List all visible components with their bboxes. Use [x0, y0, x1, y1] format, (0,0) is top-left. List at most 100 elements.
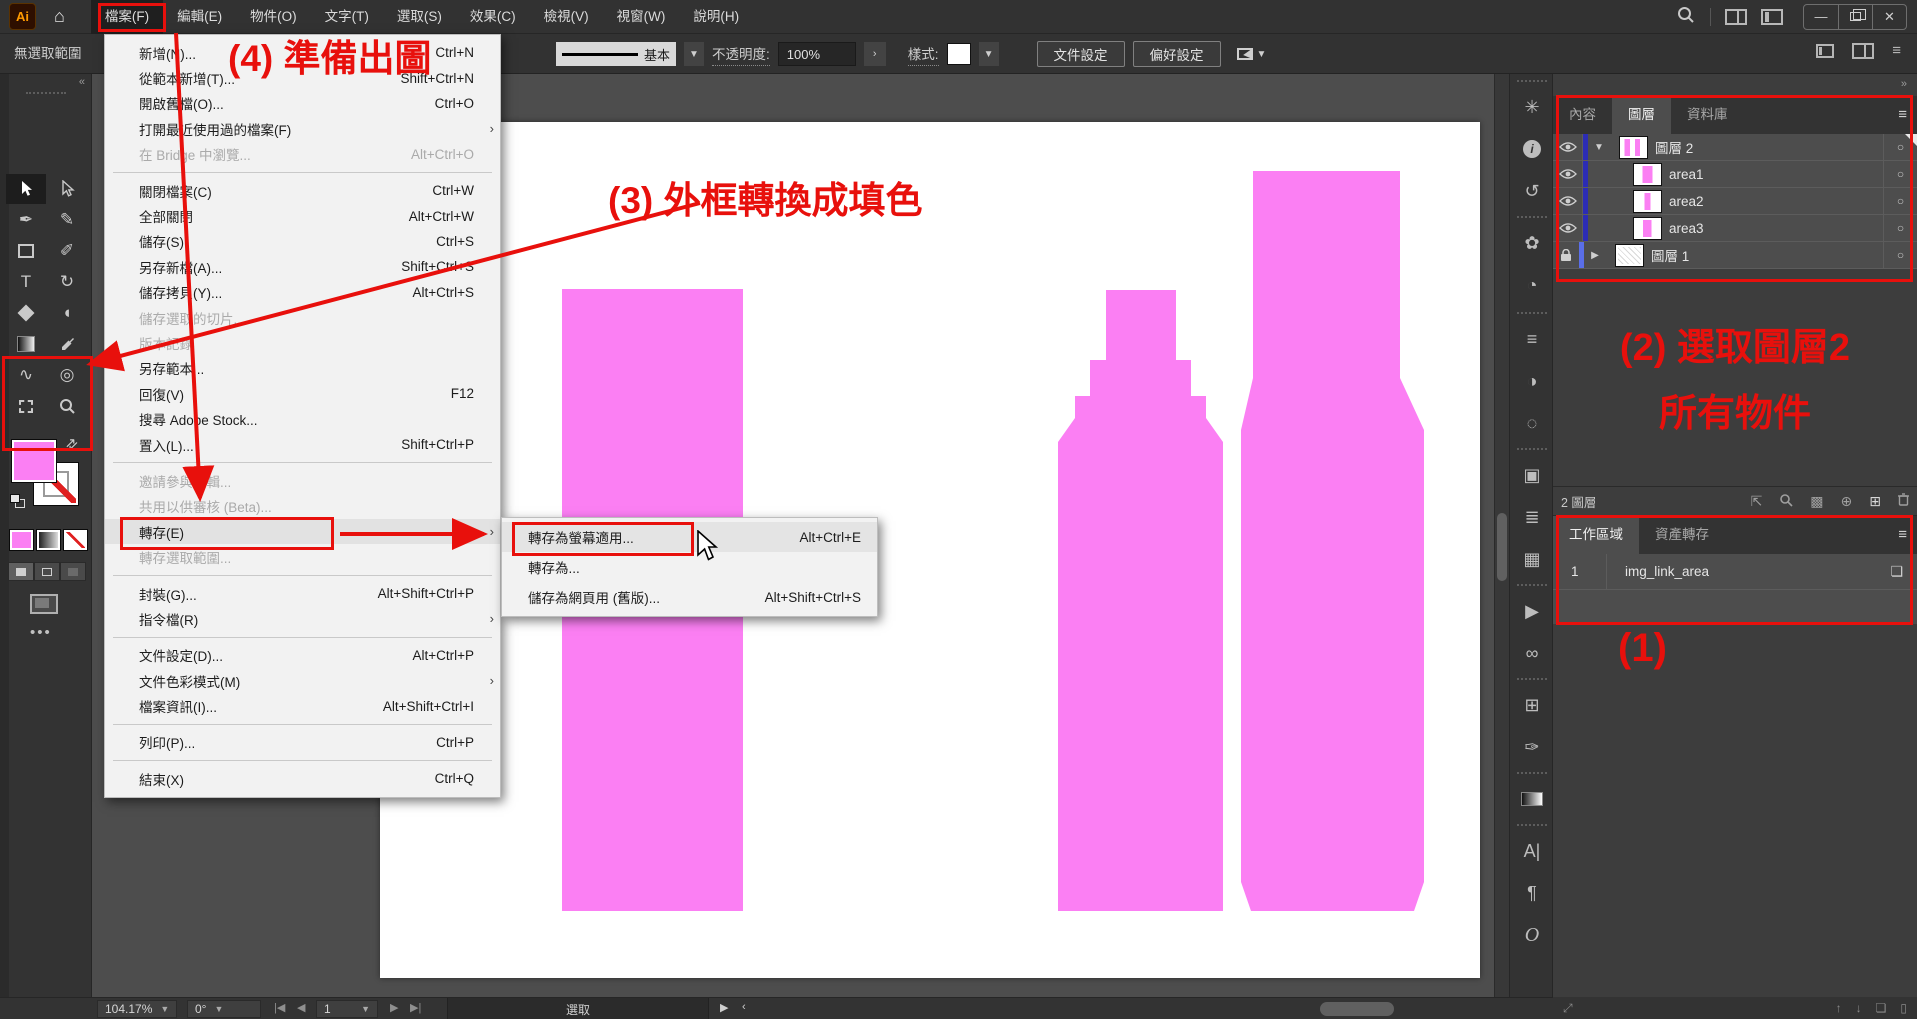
artboard-name[interactable]: img_link_area	[1607, 564, 1709, 579]
menu-item-document-color-mode[interactable]: 文件色彩模式(M)›	[105, 668, 500, 693]
collapse-panel-icon[interactable]: «	[79, 76, 85, 88]
menu-select[interactable]: 選取(S)	[383, 0, 456, 34]
rotation-select[interactable]: 0°▼	[187, 1000, 261, 1018]
prev-artboard-icon[interactable]: ◀	[297, 1001, 305, 1014]
transparency-panel-icon[interactable]: ◑	[1510, 362, 1554, 400]
menu-file[interactable]: 檔案(F)	[91, 0, 163, 34]
minimize-button[interactable]: —	[1804, 5, 1838, 29]
menu-item-document-setup[interactable]: 文件設定(D)...Alt+Ctrl+P	[105, 643, 500, 668]
menu-item-save-copy[interactable]: 儲存拷貝(Y)...Alt+Ctrl+S	[105, 280, 500, 305]
color-guide-panel-icon[interactable]: ◔	[1510, 266, 1554, 304]
submenu-item-export-as[interactable]: 轉存為...	[502, 552, 877, 582]
gradient-tool[interactable]	[6, 329, 46, 359]
style-swatch[interactable]	[947, 43, 971, 65]
menu-item-print[interactable]: 列印(P)...Ctrl+P	[105, 730, 500, 755]
opacity-label[interactable]: 不透明度:	[712, 43, 770, 66]
chevron-down-icon[interactable]: ▼	[1588, 142, 1610, 153]
visibility-toggle[interactable]	[1553, 134, 1583, 160]
resize-handle-icon[interactable]: ⤢	[1563, 1001, 1573, 1016]
menu-item-file-info[interactable]: 檔案資訊(I)...Alt+Shift+Ctrl+I	[105, 693, 500, 718]
menu-item-save-as-template[interactable]: 另存範本...	[105, 356, 500, 381]
layer-name[interactable]: 圖層 2	[1655, 137, 1693, 157]
menu-view[interactable]: 檢視(V)	[530, 0, 603, 34]
layer-name[interactable]: area1	[1669, 167, 1704, 182]
new-sublayer-icon[interactable]: ⊕	[1841, 493, 1853, 510]
opacity-input[interactable]: 100%	[778, 42, 856, 66]
menu-item-revert[interactable]: 回復(V)F12	[105, 381, 500, 406]
layer-row-area1[interactable]: area1 ○	[1553, 161, 1917, 188]
menu-window[interactable]: 視窗(W)	[603, 0, 680, 34]
screen-mode-button[interactable]	[30, 594, 58, 614]
artboard-tool[interactable]	[6, 391, 46, 421]
illustrator-logo[interactable]: Ai	[9, 3, 36, 30]
layer-thumbnail[interactable]	[1634, 218, 1661, 239]
layer-row-area2[interactable]: area2 ○	[1553, 188, 1917, 215]
zoom-level-select[interactable]: 104.17%▼	[97, 1000, 177, 1018]
delete-artboard-icon[interactable]: ▯	[1900, 1001, 1907, 1015]
restore-button[interactable]	[1838, 5, 1872, 29]
rectangle-tool[interactable]	[6, 236, 46, 266]
visibility-toggle[interactable]	[1553, 188, 1583, 214]
menu-type[interactable]: 文字(T)	[311, 0, 383, 34]
chevron-down-icon[interactable]: ▼	[684, 42, 704, 66]
collapse-left-icon[interactable]: ‹	[742, 1001, 746, 1013]
artboard-number-select[interactable]: 1▼	[316, 1000, 378, 1018]
menu-item-save[interactable]: 儲存(S)Ctrl+S	[105, 229, 500, 254]
width-tool[interactable]: ∿	[6, 360, 46, 390]
curvature-tool[interactable]: ✎	[47, 205, 87, 235]
lock-icon[interactable]	[1553, 242, 1579, 268]
menu-item-search-adobe-stock[interactable]: 搜尋 Adobe Stock...	[105, 406, 500, 431]
paragraph-panel-icon[interactable]: ¶	[1510, 874, 1554, 912]
workspace-layout-icon[interactable]	[1725, 9, 1747, 25]
draw-behind-mode[interactable]	[34, 562, 60, 581]
move-up-icon[interactable]: ↑	[1836, 1001, 1842, 1015]
close-button[interactable]: ✕	[1872, 5, 1906, 29]
gradient-fill-button[interactable]	[37, 530, 60, 550]
play-icon[interactable]: ▶	[720, 1001, 728, 1014]
panel-menu-icon[interactable]: ≡	[1898, 96, 1917, 134]
menu-item-scripts[interactable]: 指令檔(R)›	[105, 606, 500, 631]
direct-selection-tool[interactable]	[47, 174, 87, 204]
stroke-profile-select[interactable]: 基本	[556, 42, 676, 66]
panel-grip[interactable]	[26, 92, 66, 94]
brushes-panel-icon[interactable]: ✑	[1510, 728, 1554, 766]
menu-item-new[interactable]: 新增(N)...Ctrl+N	[105, 40, 500, 65]
info-panel-icon[interactable]: i	[1510, 130, 1554, 168]
stroke-panel-icon[interactable]: ≡	[1510, 320, 1554, 358]
fill-color-swatch[interactable]	[12, 440, 56, 482]
tab-libraries[interactable]: 資料庫	[1671, 96, 1744, 134]
align-panel-icon[interactable]: ≣	[1510, 498, 1554, 536]
menu-item-package[interactable]: 封裝(G)...Alt+Shift+Ctrl+P	[105, 581, 500, 606]
swatches-panel-icon[interactable]: ⊞	[1510, 686, 1554, 724]
eraser-tool[interactable]	[6, 298, 46, 328]
menu-item-new-from-template[interactable]: 從範本新增(T)...Shift+Ctrl+N	[105, 65, 500, 90]
layer-thumbnail[interactable]	[1634, 191, 1661, 212]
actions-play-icon[interactable]: ▶	[1510, 592, 1554, 630]
collect-for-export-icon[interactable]: ⇱	[1751, 493, 1763, 510]
color-panel-icon[interactable]: ✿	[1510, 224, 1554, 262]
links-panel-icon[interactable]: ∞	[1510, 634, 1554, 672]
tab-layers[interactable]: 圖層	[1612, 96, 1671, 134]
tab-artboards[interactable]: 工作區域	[1553, 516, 1639, 554]
color-fill-button[interactable]	[10, 530, 33, 550]
menu-object[interactable]: 物件(O)	[236, 0, 311, 34]
arrange-documents-icon[interactable]	[1816, 44, 1834, 58]
eyedropper-tool[interactable]	[47, 329, 87, 359]
gradient-strip-icon[interactable]	[1510, 780, 1554, 818]
visibility-toggle[interactable]	[1553, 161, 1583, 187]
horizontal-scrollbar-thumb[interactable]	[1320, 1002, 1394, 1016]
type-tool[interactable]: T	[6, 267, 46, 297]
menu-item-exit[interactable]: 結束(X)Ctrl+Q	[105, 766, 500, 791]
document-setup-button[interactable]: 文件設定	[1037, 41, 1125, 67]
chevron-right-icon[interactable]: ▶	[1584, 250, 1606, 261]
menu-item-export[interactable]: 轉存(E)›	[105, 519, 500, 544]
make-clipping-mask-icon[interactable]: ▩	[1810, 493, 1823, 510]
scrollbar-thumb[interactable]	[1497, 513, 1507, 581]
delete-layer-icon[interactable]	[1898, 493, 1909, 509]
menu-item-save-as[interactable]: 另存新檔(A)...Shift+Ctrl+S	[105, 254, 500, 279]
opentype-panel-icon[interactable]: O	[1510, 916, 1554, 954]
target-circle-icon[interactable]: ○	[1883, 188, 1917, 214]
properties-panel-icon[interactable]: ✳	[1510, 88, 1554, 126]
menu-item-open-recent[interactable]: 打開最近使用過的檔案(F)›	[105, 116, 500, 141]
next-artboard-icon[interactable]: ▶	[390, 1001, 398, 1014]
